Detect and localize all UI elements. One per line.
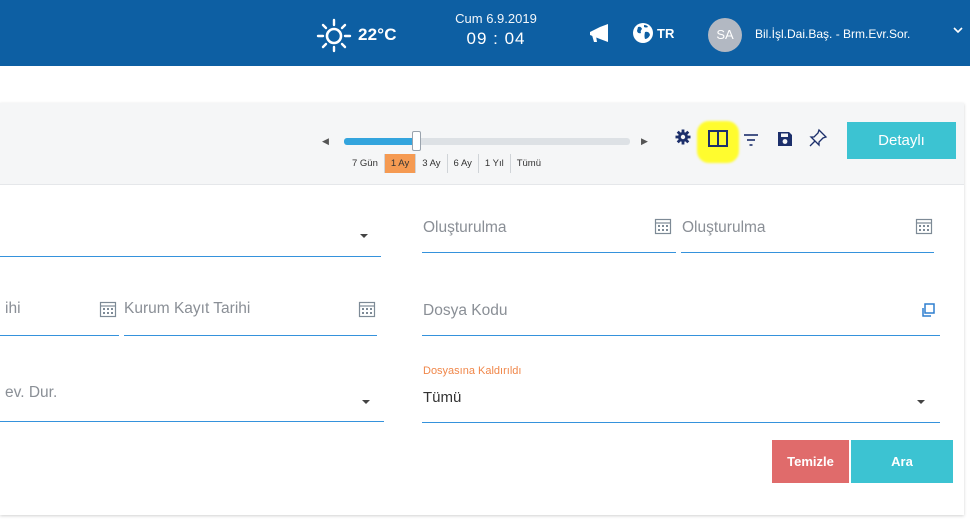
dosya-kodu-input-line[interactable] [422, 335, 940, 336]
kurum-kayit-tarihi-input-line[interactable] [124, 335, 377, 336]
dropdown-caret-icon[interactable] [360, 234, 368, 238]
created-to-label: Oluşturulma [682, 219, 766, 236]
range-3-ay[interactable]: 3 Ay [416, 154, 448, 173]
partial-status-label: ev. Dur. [5, 384, 58, 401]
temperature: 22°C [358, 25, 397, 44]
date-time: Cum 6.9.2019 09 : 04 [446, 11, 546, 49]
dropdown-caret-icon[interactable] [362, 400, 370, 404]
popup-window-icon[interactable] [920, 302, 936, 323]
dosyasina-kaldirildi-value[interactable]: Tümü [423, 389, 461, 406]
created-from-label: Oluşturulma [423, 219, 507, 236]
chevron-down-icon[interactable] [953, 25, 963, 37]
columns-icon[interactable] [708, 130, 728, 147]
user-role-label[interactable]: Bil.İşl.Dai.Baş. - Brm.Evr.Sor. [755, 27, 910, 41]
partial-date-input-line[interactable] [0, 335, 119, 336]
calendar-icon[interactable] [99, 300, 117, 323]
date-range-options: 7 Gün 1 Ay 3 Ay 6 Ay 1 Yıl Tümü [346, 154, 547, 173]
detayli-button[interactable]: Detaylı [847, 122, 956, 159]
globe-icon[interactable] [632, 22, 654, 49]
range-1-yil[interactable]: 1 Yıl [479, 154, 511, 173]
megaphone-icon[interactable] [588, 24, 610, 49]
range-6-ay[interactable]: 6 Ay [448, 154, 479, 173]
language-selector[interactable]: TR [657, 26, 674, 41]
slider-left-arrow-icon[interactable]: ◀ [322, 136, 329, 147]
calendar-icon[interactable] [358, 300, 376, 323]
status-select-line[interactable] [0, 421, 384, 422]
slider-right-arrow-icon[interactable]: ▶ [641, 136, 648, 147]
created-from-input-line[interactable] [422, 252, 676, 253]
save-icon[interactable] [777, 131, 793, 147]
dropdown-caret-icon[interactable] [917, 400, 925, 404]
dosyasina-kaldirildi-select-line[interactable] [422, 422, 940, 423]
dosyasina-kaldirildi-label: Dosyasına Kaldırıldı [423, 365, 522, 377]
range-1-ay[interactable]: 1 Ay [384, 154, 417, 173]
top-bar: 22°C Cum 6.9.2019 09 : 04 TR SA Bil.İşl.… [0, 0, 970, 66]
temizle-button[interactable]: Temizle [772, 440, 849, 483]
slider-thumb[interactable] [412, 131, 421, 151]
row1-left-select-line[interactable] [0, 256, 381, 257]
gear-icon[interactable] [675, 129, 691, 145]
created-to-input-line[interactable] [681, 252, 934, 253]
current-date: Cum 6.9.2019 [455, 11, 537, 26]
panel-toolbar: ◀ ▶ 7 Gün 1 Ay 3 Ay 6 Ay 1 Yıl Tümü Deta… [0, 103, 964, 185]
kurum-kayit-tarihi-label: Kurum Kayıt Tarihi [124, 300, 251, 317]
calendar-icon[interactable] [915, 217, 933, 240]
date-range-slider[interactable] [344, 138, 630, 145]
filter-icon[interactable] [744, 133, 758, 147]
calendar-icon[interactable] [654, 217, 672, 240]
range-7-gun[interactable]: 7 Gün [346, 154, 385, 173]
ara-button[interactable]: Ara [851, 440, 953, 483]
dosya-kodu-label: Dosya Kodu [423, 302, 508, 319]
pin-icon[interactable] [808, 128, 828, 148]
range-tumu[interactable]: Tümü [511, 154, 547, 173]
current-time: 09 : 04 [466, 29, 526, 48]
sun-icon [316, 17, 352, 53]
slider-fill [344, 138, 416, 145]
weather-widget: 22°C [316, 17, 397, 53]
partial-date-label: ihi [5, 300, 21, 317]
avatar[interactable]: SA [708, 18, 742, 52]
